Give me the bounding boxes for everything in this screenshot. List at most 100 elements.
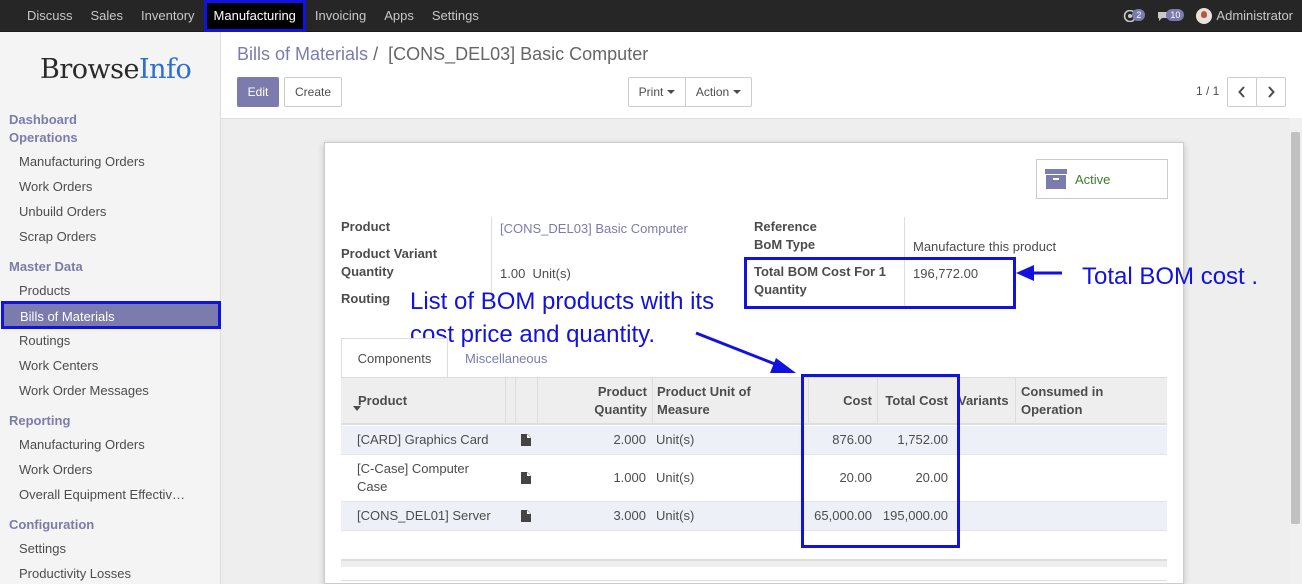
tab-miscellaneous[interactable]: Miscellaneous bbox=[465, 338, 547, 378]
row-uom: Unit(s) bbox=[656, 470, 695, 485]
activity-count-badge: 10 bbox=[1166, 9, 1185, 21]
chat-count-badge: 2 bbox=[1132, 9, 1146, 21]
sidebar-item-routings[interactable]: Routings bbox=[19, 333, 70, 348]
create-button[interactable]: Create bbox=[284, 77, 342, 107]
systray: 2 10 Administrator bbox=[1123, 0, 1293, 32]
row-product[interactable]: [CONS_DEL01] Server bbox=[357, 507, 491, 525]
sidebar-item-report-manufacturing-orders[interactable]: Manufacturing Orders bbox=[19, 437, 145, 452]
row-quantity: 1.000 bbox=[613, 470, 646, 485]
bom-type-value[interactable]: Manufacture this product bbox=[913, 239, 1056, 254]
sidebar-item-bills-of-materials[interactable]: Bills of Materials bbox=[1, 301, 221, 329]
pager-value[interactable]: 1 / 1 bbox=[1196, 84, 1219, 98]
caret-down-icon bbox=[667, 90, 676, 94]
row-quantity: 2.000 bbox=[613, 432, 646, 447]
row-product-line1: [C-Case] Computer bbox=[357, 461, 469, 476]
sidebar-master-data-heading[interactable]: Master Data bbox=[9, 259, 83, 274]
edit-button[interactable]: Edit bbox=[237, 77, 279, 107]
row-uom: Unit(s) bbox=[656, 432, 695, 447]
product-label: Product bbox=[341, 219, 391, 234]
print-dropdown[interactable]: Print bbox=[628, 77, 686, 107]
menu-manufacturing[interactable]: Manufacturing bbox=[203, 0, 306, 32]
sidebar-item-work-order-messages[interactable]: Work Order Messages bbox=[19, 383, 149, 398]
col-quantity[interactable]: Product Quantity bbox=[560, 383, 647, 419]
table-footer-line bbox=[341, 580, 1167, 581]
action-dropdown[interactable]: Action bbox=[685, 77, 752, 107]
tab-components[interactable]: Components bbox=[341, 338, 448, 378]
menu-apps[interactable]: Apps bbox=[375, 0, 423, 32]
pager-previous-button[interactable] bbox=[1227, 77, 1257, 107]
breadcrumb-separator: / bbox=[373, 44, 379, 64]
sidebar-dashboard[interactable]: Dashboard bbox=[9, 112, 77, 127]
sidebar-item-work-orders[interactable]: Work Orders bbox=[19, 179, 92, 194]
top-navbar: Discuss Sales Inventory Manufacturing In… bbox=[0, 0, 1302, 32]
action-label: Action bbox=[695, 85, 730, 99]
sidebar-item-unbuild-orders[interactable]: Unbuild Orders bbox=[19, 204, 106, 219]
sidebar: BrowseInfo Dashboard Operations Manufact… bbox=[0, 32, 221, 584]
sidebar-item-settings[interactable]: Settings bbox=[19, 541, 66, 556]
menu-discuss[interactable]: Discuss bbox=[18, 0, 82, 32]
row-product[interactable]: [CARD] Graphics Card bbox=[357, 431, 488, 449]
active-label: Active bbox=[1075, 171, 1111, 187]
sidebar-configuration-heading[interactable]: Configuration bbox=[9, 517, 94, 532]
avatar bbox=[1196, 8, 1213, 25]
total-cost-highlight bbox=[744, 257, 1016, 309]
product-variant-label: Product Variant bbox=[341, 246, 438, 261]
col-quantity-line1: Product bbox=[597, 384, 647, 399]
row-product-line2: Case bbox=[357, 479, 388, 494]
sidebar-item-report-work-orders[interactable]: Work Orders bbox=[19, 462, 92, 477]
menu-sales[interactable]: Sales bbox=[82, 0, 133, 32]
active-toggle-button[interactable]: Active bbox=[1036, 159, 1168, 199]
activity-button[interactable]: 10 bbox=[1157, 9, 1185, 22]
logo: BrowseInfo bbox=[40, 54, 192, 85]
breadcrumb-current: [CONS_DEL03] Basic Computer bbox=[388, 44, 649, 64]
sidebar-item-products[interactable]: Products bbox=[19, 283, 70, 298]
row-product[interactable]: [C-Case] Computer Case bbox=[357, 460, 469, 496]
routing-label: Routing bbox=[341, 291, 391, 306]
user-name: Administrator bbox=[1216, 7, 1293, 23]
annotation-total-cost: Total BOM cost . bbox=[1082, 263, 1259, 290]
col-separator bbox=[1015, 378, 1016, 425]
annotation-list-line1: List of BOM products with its bbox=[410, 288, 715, 315]
row-quantity: 3.000 bbox=[613, 508, 646, 523]
sidebar-reporting-heading[interactable]: Reporting bbox=[9, 413, 70, 428]
scrollbar-thumb[interactable] bbox=[1291, 132, 1300, 524]
reference-label: Reference bbox=[754, 219, 817, 234]
col-consumed-in-operation[interactable]: Consumed in Operation bbox=[1021, 383, 1103, 419]
col-separator bbox=[505, 378, 506, 425]
product-field[interactable]: [CONS_DEL03] Basic Computer bbox=[500, 221, 688, 236]
pager-next-button[interactable] bbox=[1256, 77, 1286, 107]
breadcrumb: Bills of Materials / [CONS_DEL03] Basic … bbox=[237, 44, 648, 65]
col-variants[interactable]: Variants bbox=[958, 392, 1009, 410]
sidebar-item-productivity-losses[interactable]: Productivity Losses bbox=[19, 566, 131, 581]
col-separator bbox=[652, 378, 653, 425]
sidebar-operations-heading[interactable]: Operations bbox=[9, 130, 78, 145]
chevron-right-icon bbox=[1268, 86, 1275, 98]
archive-icon bbox=[1045, 169, 1067, 189]
cost-columns-highlight bbox=[801, 374, 960, 548]
chat-button[interactable]: 2 bbox=[1123, 9, 1146, 22]
menu-settings[interactable]: Settings bbox=[423, 0, 488, 32]
col-product[interactable]: Product bbox=[358, 392, 407, 410]
sidebar-item-oee[interactable]: Overall Equipment Effectiv… bbox=[19, 487, 185, 502]
col-consumed-line1: Consumed in bbox=[1021, 384, 1104, 399]
caret-down-icon bbox=[733, 90, 742, 94]
col-uom-line1: Product Unit of bbox=[657, 384, 751, 399]
logo-text-info: Info bbox=[138, 54, 192, 85]
scrollbar[interactable] bbox=[1289, 118, 1302, 584]
menu-inventory[interactable]: Inventory bbox=[132, 0, 203, 32]
table-footer bbox=[341, 559, 1167, 567]
menu-invoicing[interactable]: Invoicing bbox=[306, 0, 375, 32]
sidebar-item-scrap-orders[interactable]: Scrap Orders bbox=[19, 229, 96, 244]
chevron-left-icon bbox=[1238, 86, 1245, 98]
quantity-field[interactable]: 1.00 Unit(s) bbox=[500, 266, 571, 281]
sidebar-item-work-centers[interactable]: Work Centers bbox=[19, 358, 98, 373]
col-uom[interactable]: Product Unit of Measure bbox=[657, 383, 751, 419]
sidebar-item-manufacturing-orders[interactable]: Manufacturing Orders bbox=[19, 154, 145, 169]
breadcrumb-parent[interactable]: Bills of Materials bbox=[237, 44, 368, 64]
quantity-uom: Unit(s) bbox=[532, 266, 571, 281]
sidebar-item-label: Bills of Materials bbox=[20, 309, 115, 324]
row-uom: Unit(s) bbox=[656, 508, 695, 523]
col-separator bbox=[515, 378, 516, 425]
user-menu[interactable]: Administrator bbox=[1196, 8, 1293, 25]
print-label: Print bbox=[638, 85, 664, 99]
